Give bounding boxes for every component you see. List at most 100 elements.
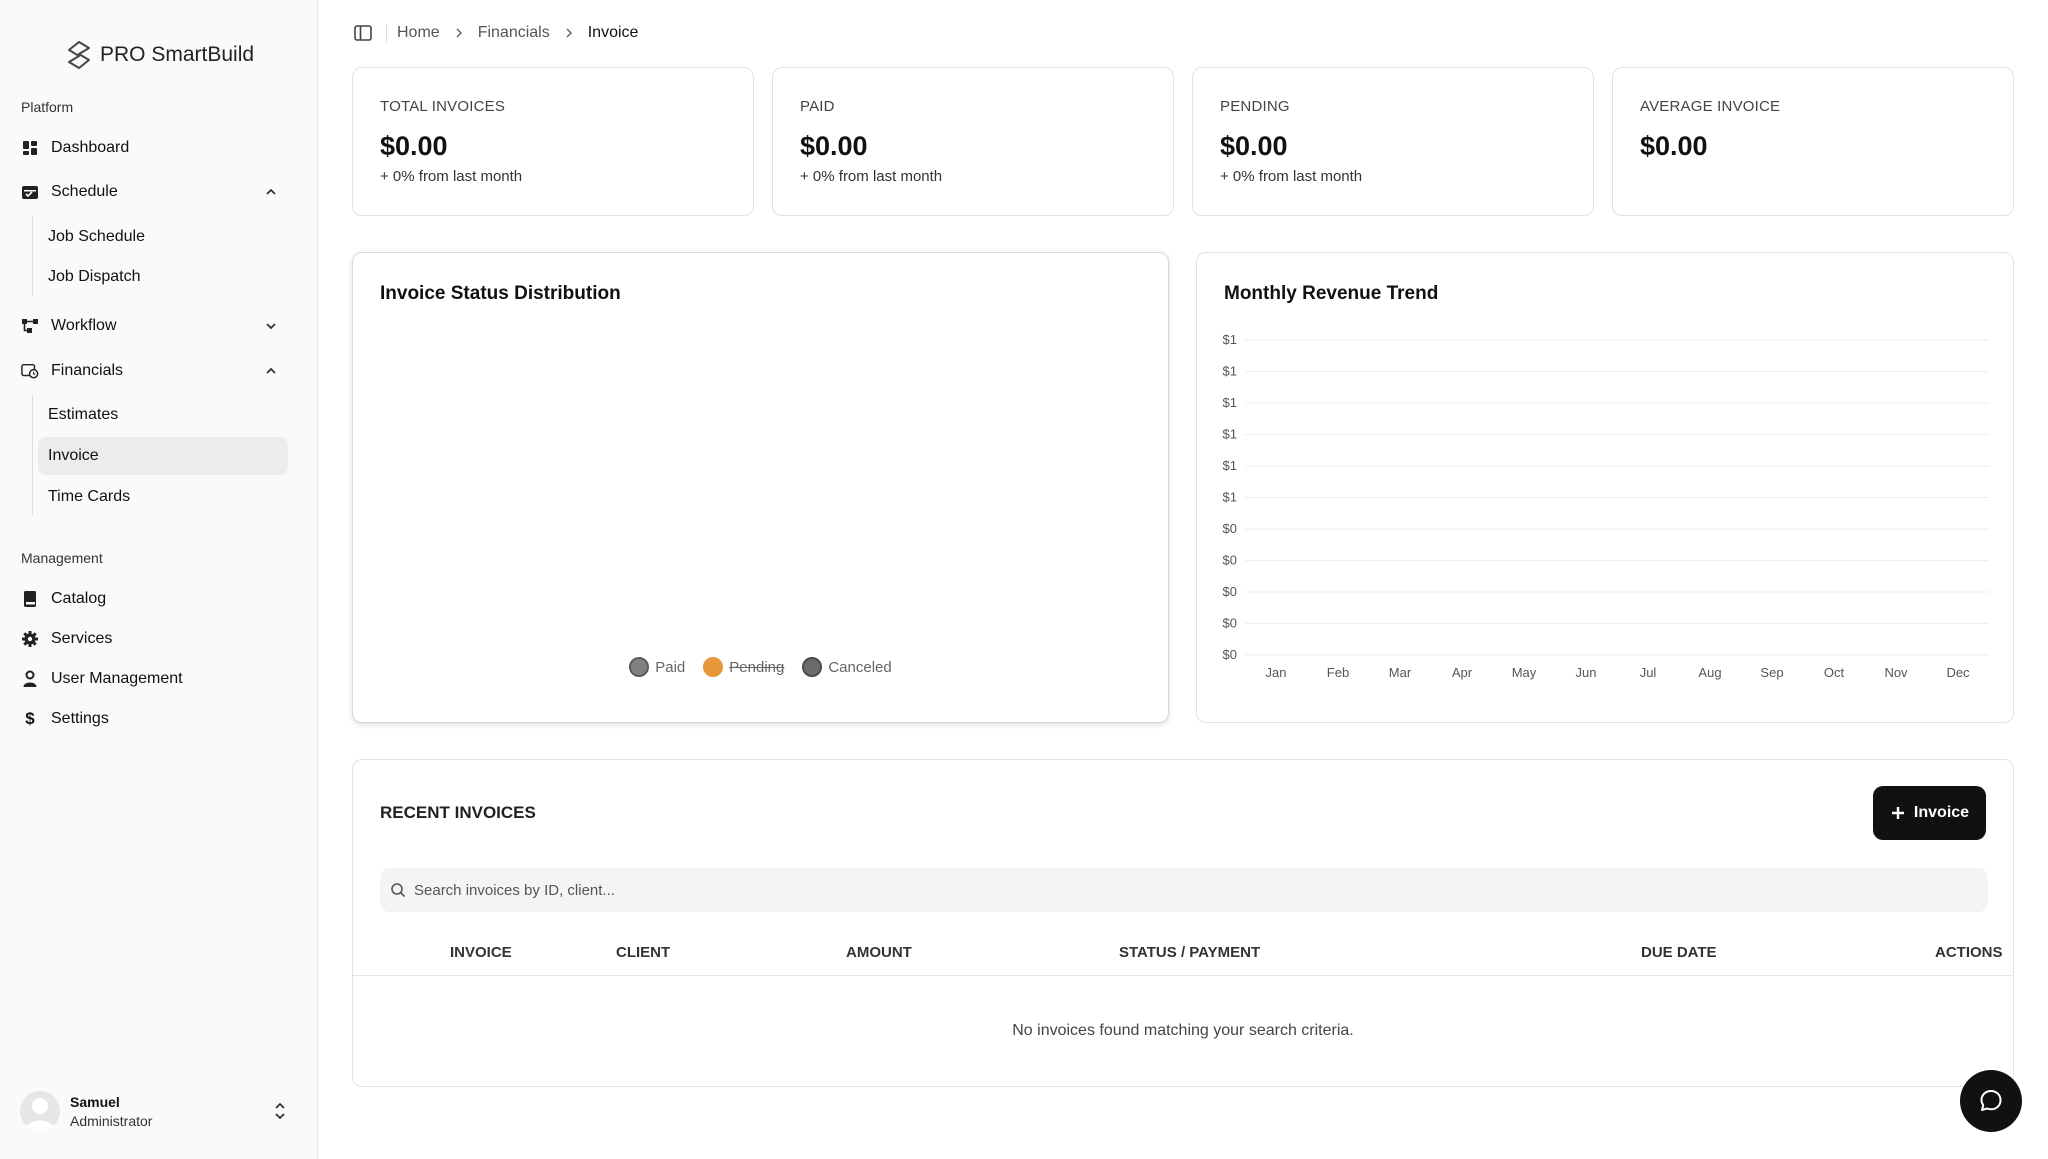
chart-title: Invoice Status Distribution bbox=[380, 283, 621, 304]
search-icon bbox=[391, 883, 406, 898]
x-tick-label: Feb bbox=[1327, 665, 1349, 680]
chevron-right-icon bbox=[456, 28, 462, 38]
y-tick-label: $1 bbox=[1223, 332, 1237, 347]
revenue-trend-chart: $1 $1 $1 $1 $1 $1 $0 $0 $0 $0 $0 Jan Feb Mar Apr May Jun… bbox=[1223, 332, 1989, 680]
chart-legend: Paid Pending Canceled bbox=[353, 657, 1168, 677]
y-tick-label: $1 bbox=[1223, 458, 1237, 473]
sidebar-item-user-management[interactable]: User Management bbox=[21, 661, 183, 697]
stat-card-pending: PENDING $0.00 + 0% from last month bbox=[1192, 67, 1594, 216]
stat-value: $0.00 bbox=[1640, 131, 1708, 161]
breadcrumb-current: Invoice bbox=[587, 24, 639, 41]
stat-change: + 0% from last month bbox=[800, 168, 943, 185]
x-tick-label: Mar bbox=[1389, 665, 1412, 680]
section-title: RECENT INVOICES bbox=[380, 803, 536, 822]
sidebar-item-label: Services bbox=[51, 630, 113, 647]
y-tick-label: $0 bbox=[1223, 647, 1237, 662]
y-tick-label: $0 bbox=[1223, 584, 1237, 599]
workflow-icon bbox=[21, 317, 39, 335]
legend-swatch bbox=[629, 657, 650, 677]
sidebar-item-settings[interactable]: $ Settings bbox=[21, 701, 109, 737]
stat-title: PENDING bbox=[1220, 98, 1290, 115]
sidebar-item-workflow[interactable]: Workflow bbox=[21, 308, 276, 344]
user-menu[interactable]: Samuel Administrator bbox=[10, 1083, 298, 1139]
column-header-amount[interactable]: AMOUNT bbox=[846, 944, 912, 961]
column-header-invoice[interactable]: INVOICE bbox=[450, 944, 512, 961]
chat-bubble-icon bbox=[1980, 1090, 2002, 1111]
stat-title: PAID bbox=[800, 98, 835, 115]
legend-item-paid[interactable]: Paid bbox=[629, 657, 685, 677]
sidebar-item-label: Workflow bbox=[51, 317, 117, 334]
chevron-up-icon[interactable] bbox=[264, 185, 278, 199]
stat-card-total-invoices: TOTAL INVOICES $0.00 + 0% from last mont… bbox=[352, 67, 754, 216]
book-icon bbox=[21, 590, 39, 608]
stat-card-paid: PAID $0.00 + 0% from last month bbox=[772, 67, 1174, 216]
table-header: INVOICE CLIENT AMOUNT STATUS / PAYMENT D… bbox=[353, 930, 2013, 976]
y-tick-label: $1 bbox=[1223, 364, 1237, 379]
legend-swatch bbox=[802, 657, 823, 677]
sidebar-item-job-schedule[interactable]: Job Schedule bbox=[38, 218, 288, 256]
breadcrumb-home[interactable]: Home bbox=[397, 24, 440, 42]
chat-button[interactable] bbox=[1960, 1070, 2022, 1132]
y-tick-label: $1 bbox=[1223, 490, 1237, 505]
x-tick-label: Jun bbox=[1576, 665, 1597, 680]
calendar-icon bbox=[21, 183, 39, 201]
y-tick-label: $0 bbox=[1223, 521, 1237, 536]
legend-label: Paid bbox=[655, 658, 686, 676]
x-tick-label: Nov bbox=[1884, 665, 1908, 680]
sidebar-item-label: Dashboard bbox=[51, 139, 130, 156]
column-header-client[interactable]: CLIENT bbox=[616, 944, 670, 961]
column-header-actions: ACTIONS bbox=[1935, 944, 2003, 961]
avatar-placeholder-icon bbox=[25, 1098, 55, 1131]
sidebar-item-catalog[interactable]: Catalog bbox=[21, 581, 106, 617]
add-invoice-button[interactable]: Invoice bbox=[1873, 786, 1986, 840]
sidebar-item-estimates[interactable]: Estimates bbox=[38, 396, 288, 434]
sidebar-item-invoice[interactable]: Invoice bbox=[38, 437, 288, 475]
sidebar-item-financials[interactable]: Financials bbox=[21, 353, 276, 389]
sidebar-toggle-icon[interactable] bbox=[352, 22, 374, 44]
breadcrumb: Home Financials Invoice bbox=[352, 20, 638, 46]
x-tick-label: Dec bbox=[1946, 665, 1970, 680]
legend-label: Pending bbox=[729, 658, 785, 676]
brand-logo[interactable]: PRO SmartBuild bbox=[66, 40, 254, 70]
y-tick-label: $1 bbox=[1223, 395, 1237, 410]
chevrons-up-down-icon[interactable] bbox=[272, 1101, 288, 1121]
plus-icon bbox=[1891, 807, 1904, 819]
user-icon bbox=[21, 670, 39, 688]
x-tick-label: Sep bbox=[1760, 665, 1783, 680]
legend-item-canceled[interactable]: Canceled bbox=[802, 657, 892, 677]
gear-icon bbox=[21, 630, 39, 648]
sidebar-item-label: User Management bbox=[51, 670, 183, 687]
sidebar-item-services[interactable]: Services bbox=[21, 621, 112, 657]
x-tick-label: Jan bbox=[1266, 665, 1287, 680]
add-invoice-label: Invoice bbox=[1913, 804, 1970, 821]
legend-swatch bbox=[703, 657, 724, 677]
chevron-down-icon[interactable] bbox=[264, 319, 278, 333]
sidebar-item-label: Settings bbox=[51, 710, 109, 727]
y-tick-label: $0 bbox=[1223, 553, 1237, 568]
recent-invoices-card: RECENT INVOICES Invoice INVOICE CLIENT A… bbox=[352, 759, 2014, 1087]
stat-change: + 0% from last month bbox=[1220, 168, 1363, 185]
dashboard-icon bbox=[21, 139, 39, 157]
stat-title: TOTAL INVOICES bbox=[380, 98, 506, 115]
sidebar-item-label: Catalog bbox=[51, 590, 107, 607]
sidebar-item-schedule[interactable]: Schedule bbox=[21, 174, 276, 210]
breadcrumb-financials[interactable]: Financials bbox=[478, 24, 550, 42]
x-tick-label: Apr bbox=[1452, 665, 1473, 680]
x-tick-label: May bbox=[1512, 665, 1537, 680]
sidebar-item-label: Schedule bbox=[51, 183, 118, 200]
topbar-divider bbox=[386, 24, 387, 42]
column-header-status[interactable]: STATUS / PAYMENT bbox=[1119, 944, 1260, 961]
sidebar-item-dashboard[interactable]: Dashboard bbox=[21, 130, 129, 166]
platform-section-label: Platform bbox=[21, 99, 74, 115]
avatar bbox=[20, 1091, 60, 1131]
sidebar-item-job-dispatch[interactable]: Job Dispatch bbox=[38, 258, 288, 296]
sidebar-item-time-cards[interactable]: Time Cards bbox=[38, 478, 288, 516]
stat-card-average-invoice: AVERAGE INVOICE $0.00 bbox=[1612, 67, 2014, 216]
search-input[interactable] bbox=[414, 881, 1914, 899]
stat-title: AVERAGE INVOICE bbox=[1640, 98, 1781, 115]
brand-name: PRO SmartBuild bbox=[100, 43, 255, 66]
chevron-up-icon[interactable] bbox=[264, 364, 278, 378]
legend-item-pending[interactable]: Pending bbox=[703, 657, 784, 677]
column-header-due-date[interactable]: DUE DATE bbox=[1641, 944, 1717, 961]
dollar-icon: $ bbox=[25, 709, 35, 728]
